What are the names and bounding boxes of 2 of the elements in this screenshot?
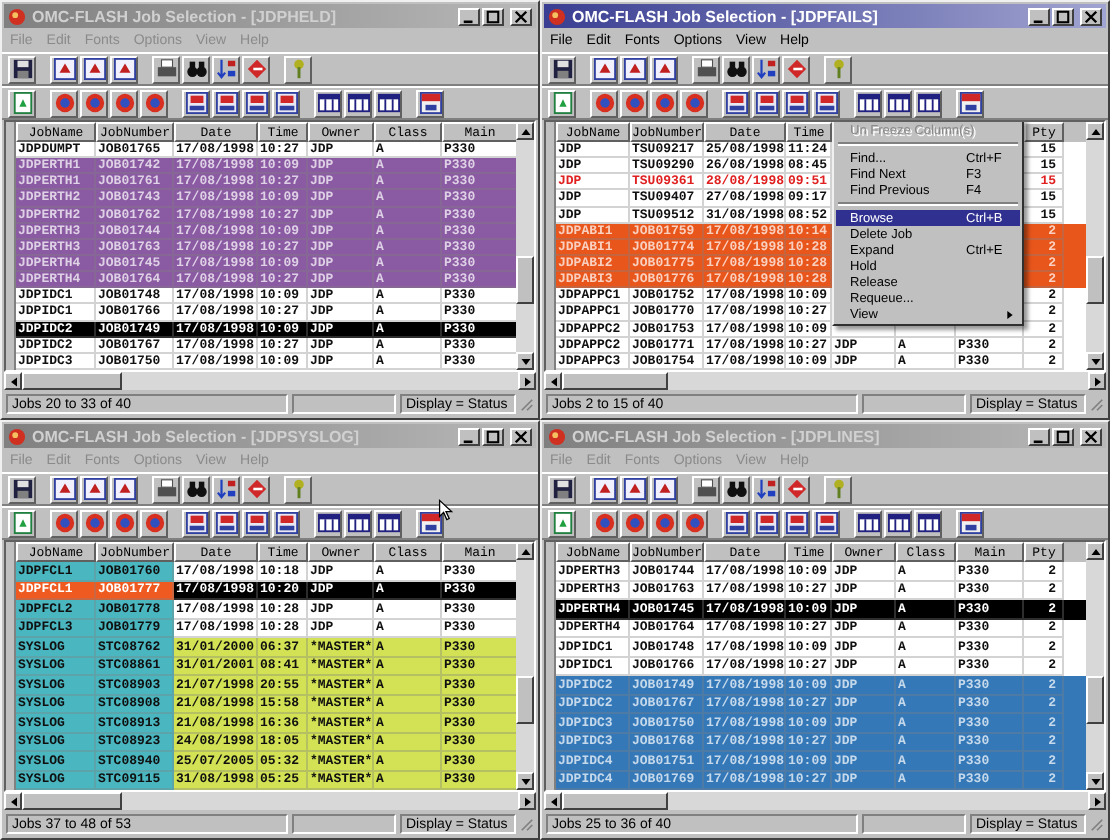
window-title: OMC-FLASH Job Selection - [JDPLINES]	[572, 427, 882, 445]
window-title: OMC-FLASH Job Selection - [JDPFAILS]	[572, 7, 880, 25]
